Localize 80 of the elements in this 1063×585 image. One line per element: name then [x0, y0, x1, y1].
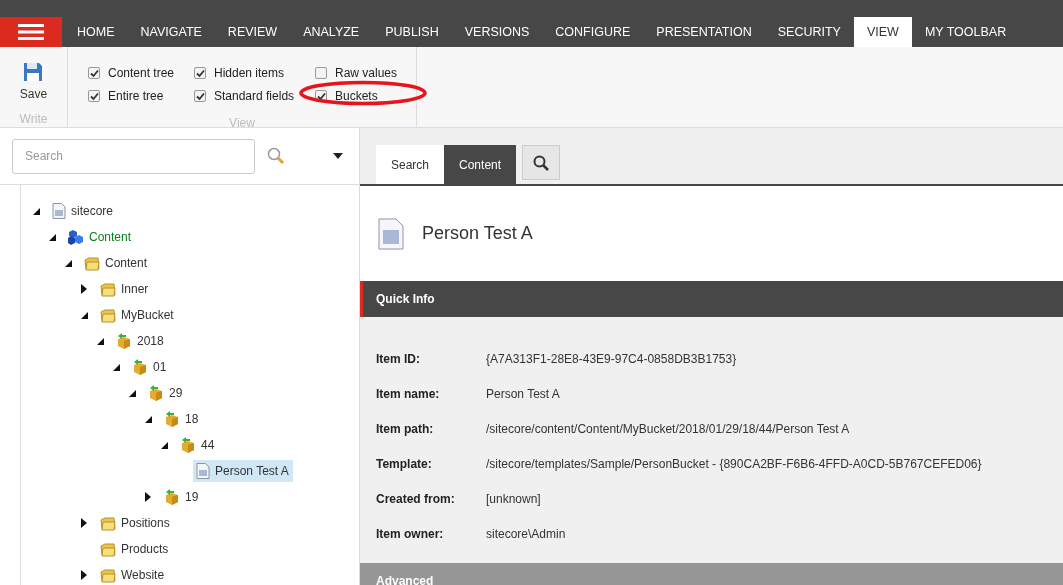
tree-item[interactable]: sitecore [49, 200, 118, 222]
tree-item[interactable]: Products [97, 538, 173, 560]
box-icon [132, 359, 148, 375]
field-label: Item ID: [376, 350, 421, 368]
menu-tab[interactable]: HOME [64, 17, 128, 47]
field-label: Item name: [376, 385, 441, 403]
search-icon [533, 154, 550, 171]
checkbox-label: Content tree [108, 65, 175, 82]
tree-item[interactable]: 01 [129, 356, 171, 378]
box-icon [148, 385, 164, 401]
checkbox-label: Standard fields [214, 88, 295, 105]
tree-item[interactable]: 29 [145, 382, 187, 404]
box-icon [116, 333, 132, 349]
checkbox[interactable] [88, 67, 100, 79]
checkbox[interactable] [315, 67, 327, 79]
checkbox-label: Entire tree [108, 88, 164, 105]
tree-item[interactable]: 18 [161, 408, 203, 430]
field-value: [unknown] [486, 490, 541, 508]
menu-icon [18, 24, 44, 40]
checkbox[interactable] [194, 67, 206, 79]
menu-tab[interactable]: REVIEW [214, 17, 291, 47]
tree-item[interactable]: MyBucket [97, 304, 178, 326]
tree-item[interactable]: Content [81, 252, 152, 274]
folder-icon [100, 567, 116, 583]
field-value: /sitecore/content/Content/MyBucket/2018/01/29/18/44/Person Test A [486, 420, 850, 438]
section-header[interactable]: Quick Info [360, 281, 1063, 317]
menu-tab[interactable]: PUBLISH [372, 17, 452, 47]
save-icon [23, 62, 44, 82]
group-label: View [229, 115, 255, 132]
menu-tab[interactable]: PRESENTATION [643, 17, 765, 47]
item-title: Person Test A [422, 222, 533, 245]
field-label: Created from: [376, 490, 456, 508]
field-label: Item owner: [376, 525, 445, 543]
tree-item[interactable]: 44 [177, 434, 219, 456]
tree-item[interactable]: 2018 [113, 330, 168, 352]
field-value: sitecore\Admin [486, 525, 566, 543]
dropdown-caret-icon[interactable] [333, 153, 343, 159]
group-label: Write [19, 111, 48, 128]
checkbox-label: Raw values [335, 65, 398, 82]
box-icon [180, 437, 196, 453]
folder-icon [100, 515, 116, 531]
tree-item[interactable]: Person Test A [193, 460, 293, 482]
field-value: Person Test A [486, 385, 560, 403]
checkbox[interactable] [194, 90, 206, 102]
checkbox-label: Buckets [335, 88, 378, 105]
box-icon [164, 489, 180, 505]
document-icon [52, 203, 66, 219]
field-value: {A7A313F1-28E8-43E9-97C4-0858DB3B1753} [486, 350, 737, 368]
checkbox-label: Hidden items [214, 65, 285, 82]
menu-tab[interactable]: CONFIGURE [542, 17, 644, 47]
menu-tab[interactable]: VIEW [853, 17, 912, 47]
field-label: Template: [376, 455, 433, 473]
search-field[interactable]: Search [12, 138, 255, 174]
document-icon [196, 463, 210, 479]
tree-item[interactable]: 19 [161, 486, 203, 508]
tree-item[interactable]: Website [97, 564, 169, 585]
tree-item[interactable]: Inner [97, 278, 153, 300]
menu-tab[interactable]: ANALYZE [290, 17, 373, 47]
field-label: Item path: [376, 420, 435, 438]
menu-tab[interactable]: VERSIONS [451, 17, 543, 47]
tree-item[interactable]: Positions [97, 512, 174, 534]
editor-tab[interactable]: Search [376, 145, 445, 184]
document-icon [378, 217, 404, 250]
tree-item[interactable]: Content [65, 226, 136, 248]
checkbox[interactable] [88, 90, 100, 102]
folder-icon [100, 281, 116, 297]
field-value: /sitecore/templates/Sample/PersonBucket - {890CA2BF-F6B6-4FFD-A0CD-5B767CEFED06} [486, 455, 982, 473]
save-button[interactable]: Save [19, 62, 48, 103]
menu-tab[interactable]: SECURITY [764, 17, 854, 47]
menu-button[interactable] [0, 17, 62, 47]
editor-tab[interactable]: Content [444, 145, 517, 184]
box-icon [164, 411, 180, 427]
folder-icon [100, 541, 116, 557]
folder-icon [100, 307, 116, 323]
search-icon[interactable] [267, 147, 285, 165]
menu-tab[interactable]: NAVIGATE [127, 17, 215, 47]
folder-icon [84, 255, 100, 271]
search-button[interactable] [522, 145, 561, 180]
menu-tab[interactable]: MY TOOLBAR [911, 17, 1020, 47]
cubes-icon [68, 229, 84, 245]
